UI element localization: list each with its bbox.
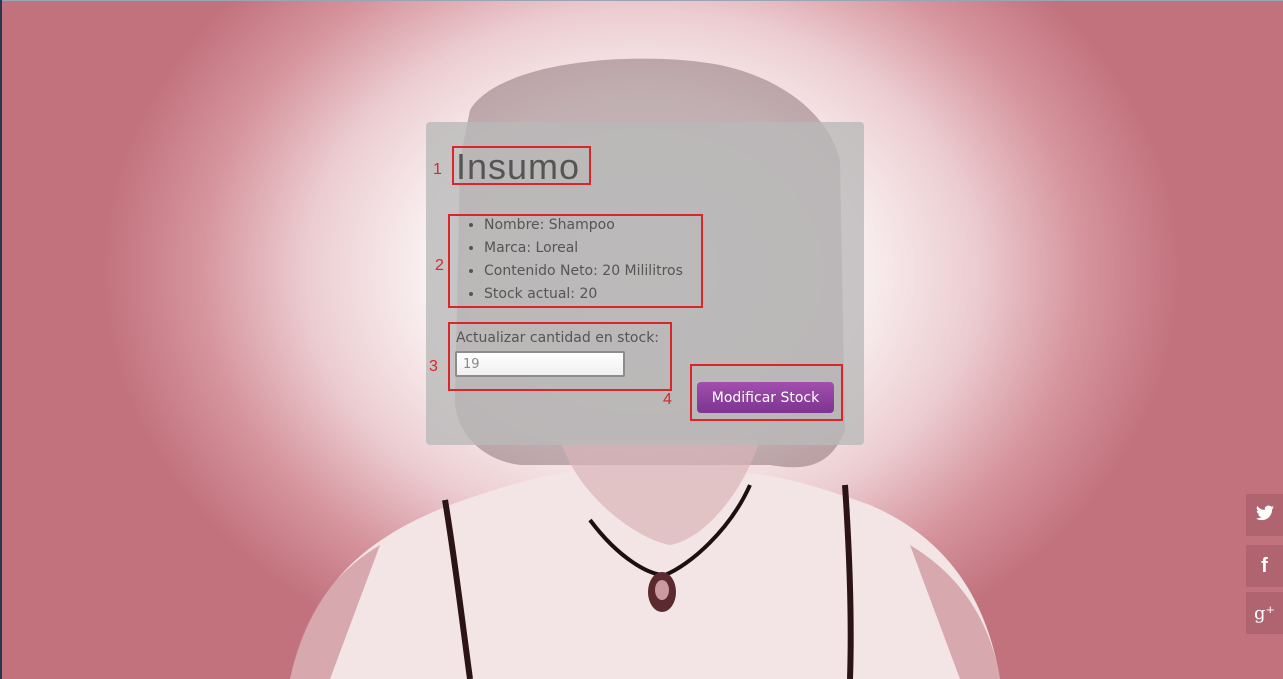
twitter-share-button[interactable] — [1246, 494, 1283, 536]
annotation-label-3: 3 — [429, 358, 438, 375]
googleplus-icon: g⁺ — [1253, 602, 1276, 624]
annotation-box-4 — [690, 364, 843, 421]
googleplus-share-button[interactable]: g⁺ — [1246, 592, 1283, 634]
annotation-label-2: 2 — [435, 257, 444, 274]
annotation-label-1: 1 — [433, 161, 442, 178]
annotation-box-1 — [452, 146, 591, 185]
annotation-box-2 — [448, 214, 703, 308]
annotation-box-3 — [448, 322, 672, 391]
facebook-icon: f — [1261, 554, 1268, 577]
twitter-icon — [1255, 505, 1274, 526]
facebook-share-button[interactable]: f — [1246, 545, 1283, 587]
annotation-label-4: 4 — [663, 391, 672, 408]
